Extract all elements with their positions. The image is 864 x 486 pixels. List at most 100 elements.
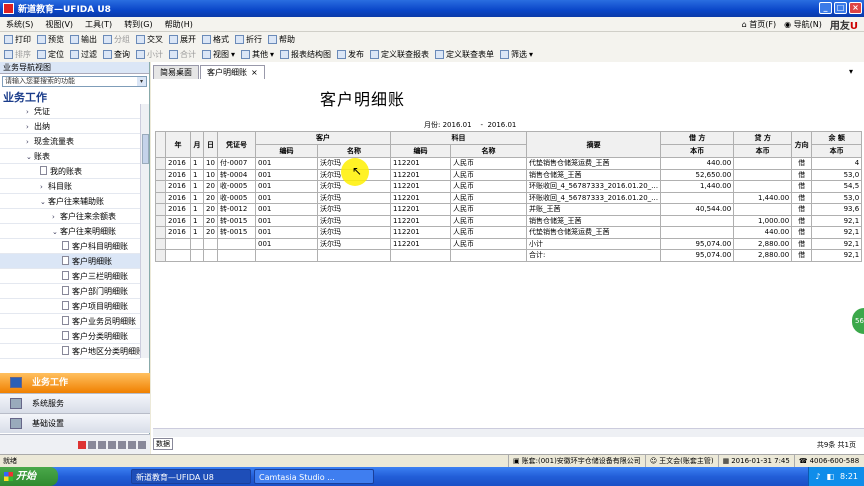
cell-customer-name[interactable]: 沃尔玛 [317,191,391,204]
cell-direction[interactable]: 借 [791,226,813,239]
wrap-button[interactable]: 折行 [235,34,262,45]
row-header[interactable] [155,226,166,239]
query-button[interactable]: 查询 [103,49,130,60]
cell-customer-name[interactable] [317,249,391,262]
cell-customer-code[interactable]: 001 [255,226,318,239]
cell-debit[interactable]: 1,440.00 [660,180,735,193]
tool-icon[interactable] [138,440,146,449]
cell-day[interactable]: 20 [203,214,218,227]
cell-debit[interactable]: 40,544.00 [660,203,735,216]
menu-tools[interactable]: 工具(T) [79,19,118,30]
cell-direction[interactable]: 借 [791,237,813,250]
row-header[interactable] [155,237,166,250]
cell-customer-code[interactable]: 001 [255,203,318,216]
cell-debit[interactable]: 440.00 [660,157,735,170]
report-structure-button[interactable]: 报表结构图 [280,49,331,60]
cell-voucher[interactable]: 转-0004 [217,168,256,181]
cell-subject-code[interactable]: 112201 [390,203,451,216]
row-header[interactable] [155,168,166,181]
cell-debit[interactable] [660,214,735,227]
tab-simple-desktop[interactable]: 简易桌面 [153,65,199,79]
cell-summary[interactable]: 代垫销售仓储笼运费_王茜 [525,157,662,170]
cell-year[interactable]: 2016 [165,157,191,170]
cell-customer-name[interactable]: 沃尔玛 [317,214,391,227]
cell-year[interactable]: 2016 [165,180,191,193]
tab-customer-detail[interactable]: 客户明细账 × [200,65,265,79]
tree-item-my-reports[interactable]: 我的账表 [0,164,140,179]
tree-item-customer-department[interactable]: 客户部门明细账 [0,284,140,299]
menu-system[interactable]: 系统(S) [0,19,39,30]
subtotal-button[interactable]: 小计 [136,49,163,60]
cell-customer-code[interactable]: 001 [255,237,318,250]
cell-voucher[interactable]: 收-0005 [217,180,256,193]
cell-credit[interactable] [733,157,793,170]
menu-goto[interactable]: 转到(G) [118,19,158,30]
cell-year[interactable]: 2016 [165,191,191,204]
row-header[interactable] [155,157,166,170]
cell-subject-name[interactable]: 人民币 [450,157,527,170]
cell-subject-name[interactable]: 人民币 [450,226,527,239]
cell-subject-code[interactable]: 112201 [390,214,451,227]
row-header[interactable] [155,191,166,204]
cell-balance[interactable]: 54,5 [811,180,863,193]
cell-voucher[interactable]: 转-0012 [217,203,256,216]
cell-balance[interactable]: 93,6 [811,203,863,216]
cell-direction[interactable]: 借 [791,157,813,170]
preview-button[interactable]: 预览 [37,34,64,45]
cell-summary[interactable]: 环账收回_4_56787333_2016.01.20_… [525,180,662,193]
scroll-thumb[interactable] [142,134,149,164]
expand-button[interactable]: 展开 [169,34,196,45]
filter-button[interactable]: 过滤 [70,49,97,60]
cell-voucher[interactable]: 付-0007 [217,157,256,170]
cell-balance[interactable]: 4 [811,157,863,170]
tree-item-voucher[interactable]: › 凭证 [0,104,140,119]
cell-credit[interactable] [733,203,793,216]
cell-debit[interactable]: 52,650.00 [660,168,735,181]
cell-debit[interactable] [660,226,735,239]
define-link-form-button[interactable]: 定义联查表单 [435,49,494,60]
screen-button[interactable]: 筛选 ▾ [500,49,533,60]
tree-item-customer-region[interactable]: 客户地区分类明细账 [0,344,140,359]
cell-month[interactable]: 1 [190,203,204,216]
cell-subject-code[interactable]: 112201 [390,226,451,239]
tree-item-cashflow[interactable]: › 现金流量表 [0,134,140,149]
cell-credit[interactable] [733,180,793,193]
cell-credit[interactable]: 2,880.00 [733,249,793,262]
cell-debit[interactable]: 95,074.00 [660,237,735,250]
home-link[interactable]: ⌂ 首页(F) [742,19,776,30]
menu-help[interactable]: 帮助(H) [159,19,199,30]
cell-voucher[interactable]: 转-0015 [217,226,256,239]
cell-day[interactable]: 10 [203,168,218,181]
print-button[interactable]: 打印 [4,34,31,45]
cell-day[interactable]: 20 [203,191,218,204]
cell-summary[interactable]: 并账_王茜 [525,203,662,216]
cell-summary[interactable]: 合计: [525,249,662,262]
cell-voucher[interactable] [217,237,256,250]
cell-customer-code[interactable]: 001 [255,168,318,181]
data-tab[interactable]: 数据 [153,438,173,450]
tool-icon[interactable] [88,440,96,449]
cell-year[interactable]: 2016 [165,214,191,227]
cell-direction[interactable]: 借 [791,203,813,216]
cell-voucher[interactable]: 收-0005 [217,191,256,204]
network-icon[interactable]: ◧ [826,467,834,486]
tool-icon[interactable] [128,440,136,449]
group-button[interactable]: 分组 [103,34,130,45]
cell-customer-code[interactable]: 001 [255,191,318,204]
cell-month[interactable]: 1 [190,214,204,227]
table-row[interactable]: 2016 1 20 收-0005 001 沃尔玛 112201 人民币 环账收回_4_56787… [155,180,863,193]
cell-month[interactable] [190,249,204,262]
tree-item-customer-balance[interactable]: › 客户往来余额表 [0,209,140,224]
export-button[interactable]: 输出 [70,34,97,45]
horizontal-scrollbar[interactable] [153,428,864,437]
cell-summary[interactable]: 小计 [525,237,662,250]
cell-summary[interactable]: 环账收回_4_56787333_2016.01.20_… [525,191,662,204]
cell-direction[interactable]: 借 [791,191,813,204]
help-button[interactable]: 帮助 [268,34,295,45]
cell-month[interactable]: 1 [190,168,204,181]
cell-credit[interactable]: 2,880.00 [733,237,793,250]
cell-day[interactable] [203,249,218,262]
cell-voucher[interactable] [217,249,256,262]
tree-item-customer-subject-detail[interactable]: 客户科目明细账 [0,239,140,254]
cell-voucher[interactable]: 转-0015 [217,214,256,227]
